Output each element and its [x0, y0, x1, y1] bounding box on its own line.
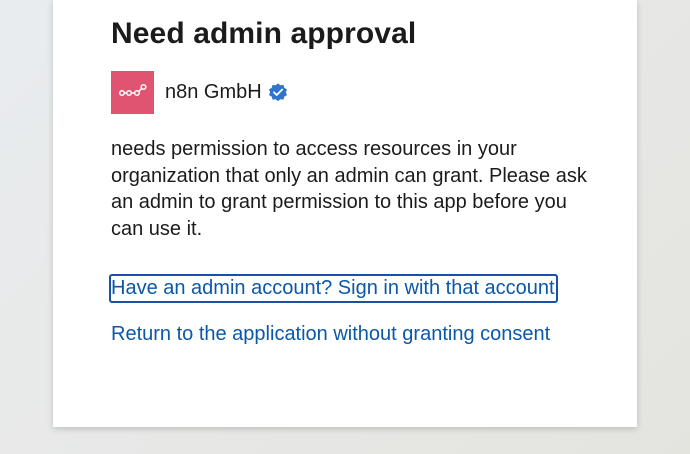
verified-badge-icon	[268, 82, 287, 101]
dialog-title: Need admin approval	[111, 17, 417, 50]
permission-description: needs permission to access resources in …	[111, 138, 587, 240]
app-logo	[111, 71, 154, 114]
sign-in-admin-link[interactable]: Have an admin account? Sign in with that…	[109, 274, 558, 303]
app-info: n8n GmbH	[111, 71, 289, 114]
consent-dialog: Need admin approval n8n GmbH needs permi…	[53, 0, 637, 427]
return-without-consent-link[interactable]: Return to the application without granti…	[111, 323, 550, 346]
workflow-nodes-icon	[118, 83, 147, 96]
app-publisher-name: n8n GmbH	[165, 81, 262, 103]
